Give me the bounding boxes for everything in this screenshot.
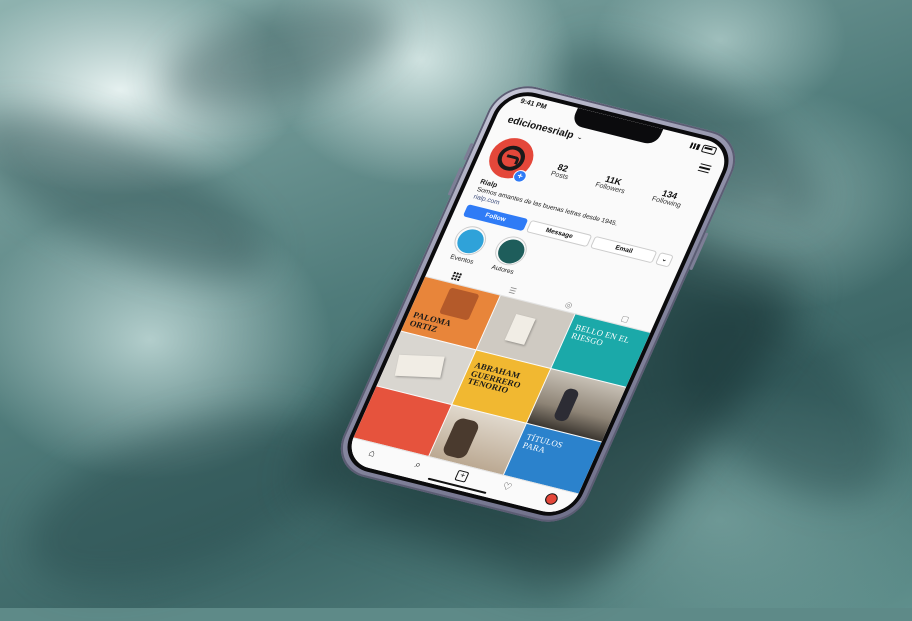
tagged-icon: ▢ (619, 313, 631, 324)
more-options-button[interactable]: ⌄ (654, 252, 674, 268)
hamburger-icon[interactable] (697, 163, 712, 174)
guides-icon: ◎ (563, 299, 575, 310)
heart-icon[interactable]: ♡ (498, 481, 516, 495)
highlight-eventos[interactable]: Eventos (446, 223, 491, 266)
highlight-ring (490, 233, 532, 269)
plus-square-icon[interactable]: + (454, 469, 470, 483)
tab-guides[interactable]: ◎ (563, 300, 576, 310)
grid-icon (450, 271, 463, 282)
stat-followers[interactable]: 11K Followers (594, 172, 630, 195)
search-icon[interactable]: ⌕ (409, 458, 427, 472)
post-caption: BELLO EN EL RIESGO (570, 322, 632, 348)
author-photo (440, 416, 481, 460)
highlight-label: Eventos (448, 253, 475, 266)
reels-icon: ☰ (507, 285, 519, 296)
battery-icon (700, 144, 718, 156)
tab-tagged[interactable]: ▢ (619, 313, 632, 324)
author-photo (552, 387, 581, 423)
stat-following[interactable]: 134 Following (651, 186, 687, 209)
highlight-ring (449, 223, 491, 259)
author-photo (438, 287, 480, 321)
book-open (394, 354, 445, 378)
story-highlights: Eventos Autores (446, 223, 532, 277)
chevron-down-icon[interactable]: ⌄ (576, 133, 585, 142)
highlight-cover (452, 226, 488, 256)
highlight-label: Autores (490, 263, 515, 276)
highlight-autores[interactable]: Autores (487, 233, 532, 276)
home-icon[interactable]: ⌂ (363, 447, 381, 461)
status-icons (689, 141, 718, 156)
profile-nav-avatar[interactable] (543, 491, 561, 506)
stat-posts[interactable]: 82 Posts (550, 161, 574, 181)
highlight-cover (493, 236, 529, 266)
avatar[interactable]: + (482, 133, 541, 184)
post-caption: ABRAHAM GUERRERO TENORIO (465, 359, 523, 396)
signal-icon (689, 142, 701, 151)
tab-reels[interactable]: ☰ (506, 285, 519, 296)
post-caption: TÍTULOS PARA (521, 431, 565, 455)
tab-grid[interactable] (450, 271, 463, 282)
book-cover (504, 313, 536, 345)
rialp-logo-icon (493, 143, 530, 174)
add-story-icon[interactable]: + (510, 168, 529, 184)
status-time: 9:41 PM (519, 97, 548, 111)
